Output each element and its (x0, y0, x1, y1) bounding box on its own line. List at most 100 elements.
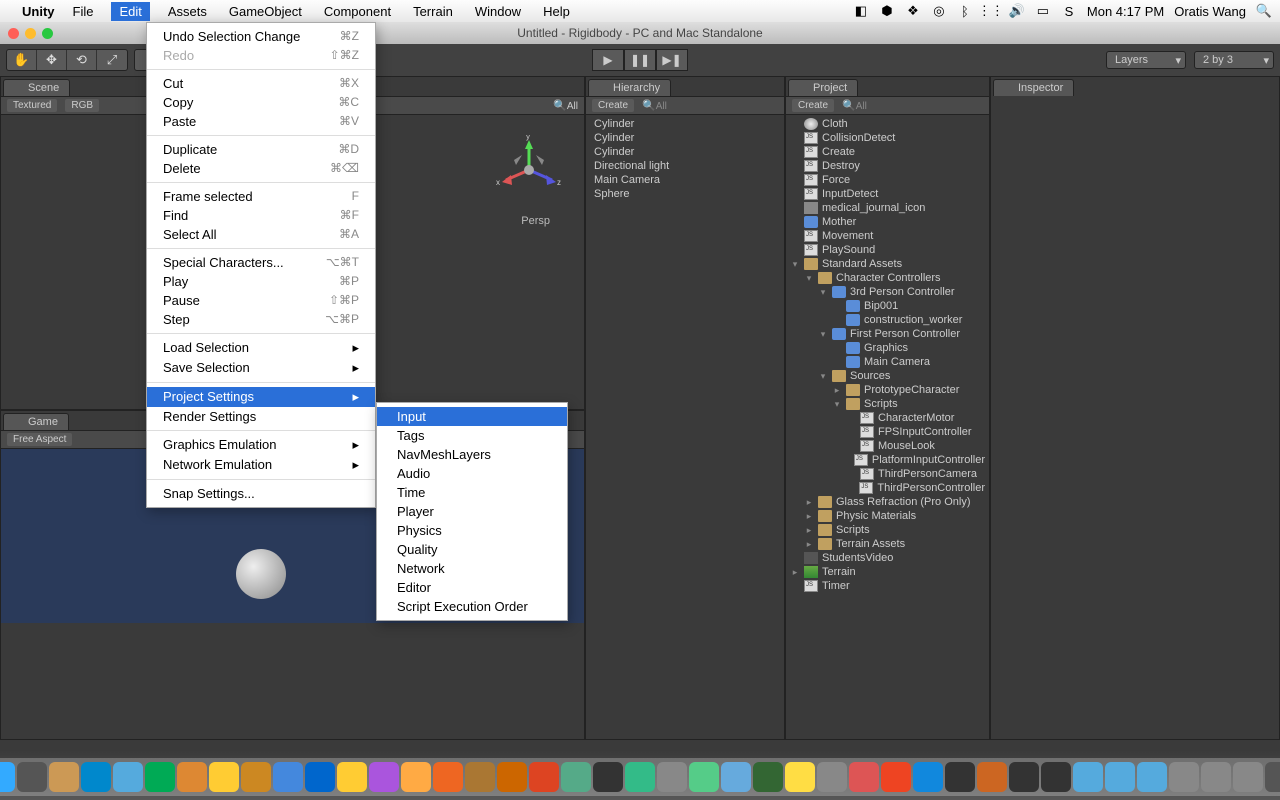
menu-item-paste[interactable]: Paste⌘V (147, 112, 375, 131)
project-item[interactable]: ▸Glass Refraction (Pro Only) (786, 495, 989, 509)
dock-app-27[interactable] (849, 762, 879, 792)
wifi-icon[interactable]: ⋮⋮ (983, 3, 999, 19)
dock-app-2[interactable] (49, 762, 79, 792)
hierarchy-item[interactable]: Main Camera (586, 173, 784, 187)
project-item[interactable]: Main Camera (786, 355, 989, 369)
menu-item-render-settings[interactable]: Render Settings (147, 407, 375, 426)
user-name[interactable]: Oratis Wang (1174, 4, 1246, 19)
project-item[interactable]: StudentsVideo (786, 551, 989, 565)
step-button[interactable]: ▶❚ (656, 49, 688, 71)
project-item[interactable]: ▸Terrain Assets (786, 537, 989, 551)
menu-item-select-all[interactable]: Select All⌘A (147, 225, 375, 244)
menu-help[interactable]: Help (539, 2, 574, 21)
dock-app-33[interactable] (1041, 762, 1071, 792)
dock-app-21[interactable] (657, 762, 687, 792)
scene-gizmo[interactable]: y x z (494, 135, 564, 205)
layout-dropdown[interactable]: 2 by 3 (1194, 51, 1274, 69)
submenu-item-time[interactable]: Time (377, 483, 567, 502)
project-item[interactable]: ▸Scripts (786, 523, 989, 537)
menu-item-snap-settings-[interactable]: Snap Settings... (147, 484, 375, 503)
dock-app-30[interactable] (945, 762, 975, 792)
submenu-item-tags[interactable]: Tags (377, 426, 567, 445)
volume-icon[interactable]: 🔊 (1009, 3, 1025, 19)
expand-arrow[interactable]: ▸ (804, 511, 814, 522)
menu-item-play[interactable]: Play⌘P (147, 272, 375, 291)
project-item[interactable]: ▾Scripts (786, 397, 989, 411)
dock-app-26[interactable] (817, 762, 847, 792)
dock-app-14[interactable] (433, 762, 463, 792)
hierarchy-item[interactable]: Directional light (586, 159, 784, 173)
submenu-item-input[interactable]: Input (377, 407, 567, 426)
project-item[interactable]: Create (786, 145, 989, 159)
submenu-item-physics[interactable]: Physics (377, 521, 567, 540)
expand-arrow[interactable]: ▸ (832, 385, 842, 396)
hierarchy-create[interactable]: Create (592, 99, 634, 112)
battery-icon[interactable]: ▭ (1035, 3, 1051, 19)
app-name[interactable]: Unity (22, 4, 55, 19)
project-item[interactable]: ▸Physic Materials (786, 509, 989, 523)
menu-item-copy[interactable]: Copy⌘C (147, 93, 375, 112)
project-item[interactable]: ▾3rd Person Controller (786, 285, 989, 299)
expand-arrow[interactable]: ▾ (804, 273, 814, 284)
project-item[interactable]: Force (786, 173, 989, 187)
menu-gameobject[interactable]: GameObject (225, 2, 306, 21)
project-item[interactable]: FPSInputController (786, 425, 989, 439)
menu-item-delete[interactable]: Delete⌘⌫ (147, 159, 375, 178)
menu-item-project-settings[interactable]: Project Settings (147, 387, 375, 407)
menu-item-cut[interactable]: Cut⌘X (147, 74, 375, 93)
dock-app-7[interactable] (209, 762, 239, 792)
dock-app-32[interactable] (1009, 762, 1039, 792)
project-item[interactable]: ▾Character Controllers (786, 271, 989, 285)
dock-app-19[interactable] (593, 762, 623, 792)
project-item[interactable]: Bip001 (786, 299, 989, 313)
menu-item-pause[interactable]: Pause⇧⌘P (147, 291, 375, 310)
expand-arrow[interactable]: ▾ (818, 329, 828, 340)
submenu-item-navmeshlayers[interactable]: NavMeshLayers (377, 445, 567, 464)
dock-app-18[interactable] (561, 762, 591, 792)
project-item[interactable]: Graphics (786, 341, 989, 355)
project-item[interactable]: CollisionDetect (786, 131, 989, 145)
expand-arrow[interactable]: ▸ (804, 497, 814, 508)
dock-app-37[interactable] (1169, 762, 1199, 792)
move-tool[interactable]: ✥ (37, 50, 67, 70)
status-icon[interactable]: S (1061, 3, 1077, 19)
dock-app-16[interactable] (497, 762, 527, 792)
menu-item-network-emulation[interactable]: Network Emulation (147, 455, 375, 475)
menu-edit[interactable]: Edit (111, 2, 149, 21)
expand-arrow[interactable]: ▸ (804, 525, 814, 536)
game-tab[interactable]: Game (3, 413, 69, 430)
project-item[interactable]: ▾Standard Assets (786, 257, 989, 271)
submenu-item-script-execution-order[interactable]: Script Execution Order (377, 597, 567, 616)
menu-component[interactable]: Component (320, 2, 395, 21)
dock-app-11[interactable] (337, 762, 367, 792)
dock-app-35[interactable] (1105, 762, 1135, 792)
project-tab[interactable]: Project (788, 79, 858, 96)
dock-app-10[interactable] (305, 762, 335, 792)
pause-button[interactable]: ❚❚ (624, 49, 656, 71)
status-icon[interactable]: ◎ (931, 3, 947, 19)
dock-app-31[interactable] (977, 762, 1007, 792)
project-item[interactable]: MouseLook (786, 439, 989, 453)
expand-arrow[interactable]: ▾ (818, 371, 828, 382)
inspector-tab[interactable]: Inspector (993, 79, 1074, 96)
dock-app-12[interactable] (369, 762, 399, 792)
dock-app-4[interactable] (113, 762, 143, 792)
dock-app-3[interactable] (81, 762, 111, 792)
project-item[interactable]: PlaySound (786, 243, 989, 257)
dock-app-15[interactable] (465, 762, 495, 792)
rotate-tool[interactable]: ⟲ (67, 50, 97, 70)
dock-app-1[interactable] (17, 762, 47, 792)
submenu-item-quality[interactable]: Quality (377, 540, 567, 559)
project-item[interactable]: Cloth (786, 117, 989, 131)
dock-app-8[interactable] (241, 762, 271, 792)
hierarchy-item[interactable]: Sphere (586, 187, 784, 201)
project-create[interactable]: Create (792, 99, 834, 112)
dock-app-20[interactable] (625, 762, 655, 792)
menu-item-load-selection[interactable]: Load Selection (147, 338, 375, 358)
project-item[interactable]: ThirdPersonController (786, 481, 989, 495)
dock-app-38[interactable] (1201, 762, 1231, 792)
menu-item-frame-selected[interactable]: Frame selectedF (147, 187, 375, 206)
dock-app-17[interactable] (529, 762, 559, 792)
project-item[interactable]: medical_journal_icon (786, 201, 989, 215)
hierarchy-item[interactable]: Cylinder (586, 131, 784, 145)
